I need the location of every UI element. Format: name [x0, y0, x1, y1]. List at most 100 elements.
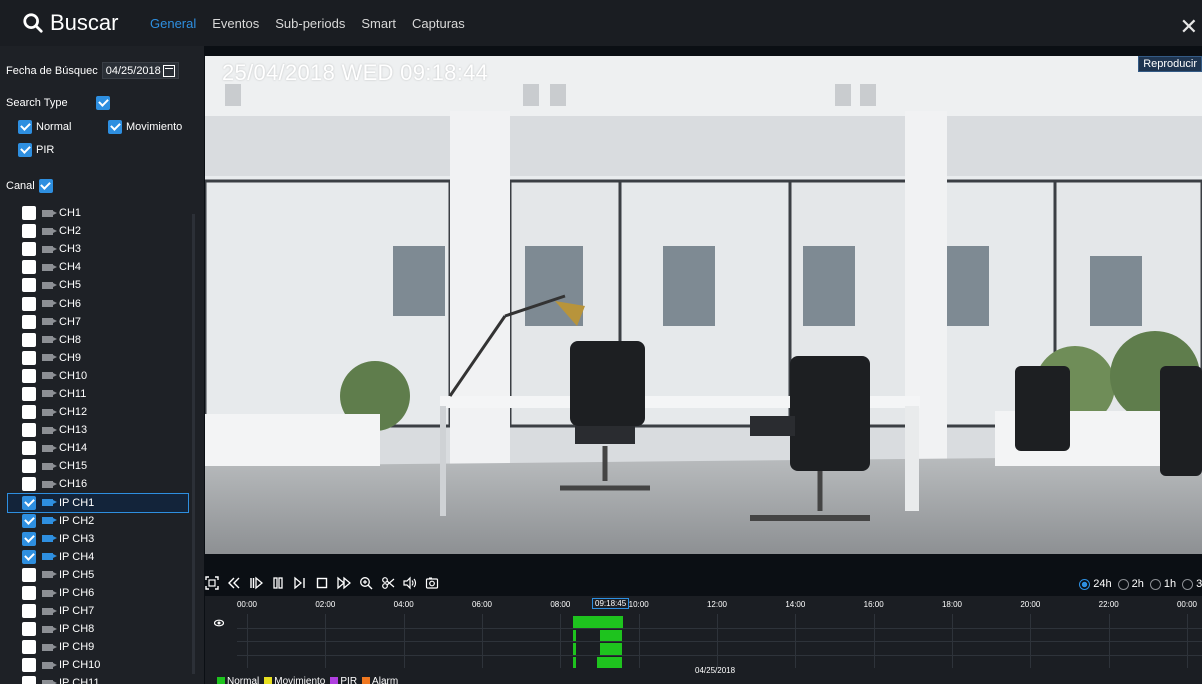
channel-item[interactable]: CH16 — [20, 475, 190, 493]
close-icon[interactable]: ✕ — [1180, 14, 1198, 40]
channel-checkbox[interactable] — [22, 260, 36, 275]
channel-checkbox[interactable] — [22, 441, 36, 456]
channel-item[interactable]: CH14 — [20, 439, 190, 457]
channel-item[interactable]: IP CH9 — [20, 638, 190, 656]
fullscreen-icon[interactable] — [205, 576, 219, 590]
recording-segment[interactable] — [600, 643, 622, 655]
channel-checkbox[interactable] — [22, 622, 36, 637]
clip-icon[interactable] — [381, 576, 395, 590]
date-field[interactable]: 04/25/2018 — [101, 62, 179, 79]
channel-checkbox[interactable] — [22, 296, 36, 311]
channel-checkbox[interactable] — [22, 242, 36, 257]
channel-checkbox[interactable] — [22, 549, 36, 564]
recording-segment[interactable] — [573, 657, 576, 668]
channel-checkbox[interactable] — [22, 495, 36, 510]
channel-item[interactable]: CH7 — [20, 313, 190, 331]
channel-checkbox[interactable] — [22, 586, 36, 601]
channel-item[interactable]: IP CH6 — [20, 584, 190, 602]
calendar-icon[interactable] — [162, 64, 175, 77]
pause-icon[interactable] — [271, 576, 285, 590]
channel-checkbox[interactable] — [22, 224, 36, 239]
recording-segment[interactable] — [581, 616, 623, 628]
channel-item[interactable]: CH10 — [20, 367, 190, 385]
slow-play-icon[interactable] — [249, 576, 263, 590]
channel-checkbox[interactable] — [22, 386, 36, 401]
channel-item[interactable]: IP CH5 — [20, 566, 190, 584]
step-forward-icon[interactable] — [293, 576, 307, 590]
stop-icon[interactable] — [315, 576, 329, 590]
channel-item[interactable]: IP CH8 — [20, 620, 190, 638]
channel-checkbox[interactable] — [22, 278, 36, 293]
movimiento-checkbox[interactable] — [108, 120, 122, 134]
channel-checkbox[interactable] — [22, 423, 36, 438]
channel-item[interactable]: CH12 — [20, 403, 190, 421]
channel-checkbox[interactable] — [22, 314, 36, 329]
scale-1h-radio[interactable] — [1149, 578, 1161, 590]
channel-item[interactable]: IP CH7 — [20, 602, 190, 620]
channel-checkbox[interactable] — [22, 567, 36, 582]
channel-item[interactable]: IP CH10 — [20, 656, 190, 674]
channel-item[interactable]: IP CH1 — [7, 492, 189, 513]
snapshot-icon[interactable] — [425, 576, 439, 590]
tab-sub-periods[interactable]: Sub-periods — [275, 16, 345, 31]
scale-24h[interactable]: 24h — [1079, 578, 1112, 590]
zoom-icon[interactable] — [359, 576, 373, 590]
pir-checkbox[interactable] — [18, 143, 32, 157]
channel-item[interactable]: CH13 — [20, 421, 190, 439]
video-player[interactable]: 25/04/2018 WED 09:18:44 Reproducir — [205, 56, 1202, 554]
scale-2h[interactable]: 2h — [1117, 578, 1144, 590]
channel-item[interactable]: CH6 — [20, 294, 190, 312]
channel-checkbox[interactable] — [22, 658, 36, 673]
canal-all-checkbox[interactable] — [38, 179, 53, 193]
tab-capturas[interactable]: Capturas — [412, 16, 465, 31]
scale-24h-radio[interactable] — [1079, 578, 1091, 590]
scale-1h[interactable]: 1h — [1149, 578, 1176, 590]
tab-eventos[interactable]: Eventos — [212, 16, 259, 31]
channel-item[interactable]: CH15 — [20, 457, 190, 475]
fast-forward-icon[interactable] — [337, 576, 351, 590]
channel-item[interactable]: CH9 — [20, 349, 190, 367]
normal-checkbox[interactable] — [18, 120, 32, 134]
recording-segment[interactable] — [573, 630, 576, 641]
channel-item[interactable]: CH3 — [20, 240, 190, 258]
rewind-icon[interactable] — [227, 576, 241, 590]
reproducir-button[interactable]: Reproducir — [1138, 56, 1202, 72]
channel-item[interactable]: CH5 — [20, 276, 190, 294]
scale-2h-radio[interactable] — [1117, 578, 1129, 590]
tab-smart[interactable]: Smart — [361, 16, 396, 31]
recording-segment[interactable] — [600, 630, 622, 641]
channel-item[interactable]: CH2 — [20, 222, 190, 240]
channel-item[interactable]: CH1 — [20, 204, 190, 222]
channel-item[interactable]: IP CH2 — [20, 512, 190, 530]
channel-checkbox[interactable] — [22, 350, 36, 365]
channel-checkbox[interactable] — [22, 676, 36, 684]
scale-30m[interactable]: 30r — [1182, 578, 1202, 590]
channel-item[interactable]: CH11 — [20, 385, 190, 403]
tab-general[interactable]: General — [150, 16, 196, 31]
recording-segment[interactable] — [573, 643, 576, 655]
channel-checkbox[interactable] — [22, 206, 36, 221]
channel-item[interactable]: CH8 — [20, 331, 190, 349]
type-pir[interactable]: PIR — [18, 143, 54, 157]
channel-checkbox[interactable] — [22, 513, 36, 528]
channel-checkbox[interactable] — [22, 604, 36, 619]
channel-checkbox[interactable] — [22, 640, 36, 655]
type-movimiento[interactable]: Movimiento — [108, 120, 182, 134]
channel-checkbox[interactable] — [22, 531, 36, 546]
channel-scrollbar[interactable] — [192, 214, 195, 674]
channel-checkbox[interactable] — [22, 368, 36, 383]
scale-30m-radio[interactable] — [1182, 578, 1194, 590]
channel-checkbox[interactable] — [22, 332, 36, 347]
timeline[interactable]: 00:00 02:00 04:00 06:00 08:00 10:00 12:00 14:00… — [205, 596, 1202, 684]
channel-item[interactable]: IP CH11 — [20, 674, 190, 684]
channel-item[interactable]: IP CH4 — [20, 548, 190, 566]
volume-icon[interactable] — [403, 576, 417, 590]
channel-checkbox[interactable] — [22, 405, 36, 420]
timeline-cursor-time[interactable]: 09:18:45 — [592, 598, 630, 609]
channel-checkbox[interactable] — [22, 477, 36, 492]
channel-item[interactable]: IP CH3 — [20, 530, 190, 548]
search-type-all-checkbox[interactable] — [96, 96, 110, 110]
eye-icon[interactable] — [214, 618, 224, 628]
timeline-grid[interactable] — [237, 614, 1202, 668]
type-normal[interactable]: Normal — [18, 120, 71, 134]
